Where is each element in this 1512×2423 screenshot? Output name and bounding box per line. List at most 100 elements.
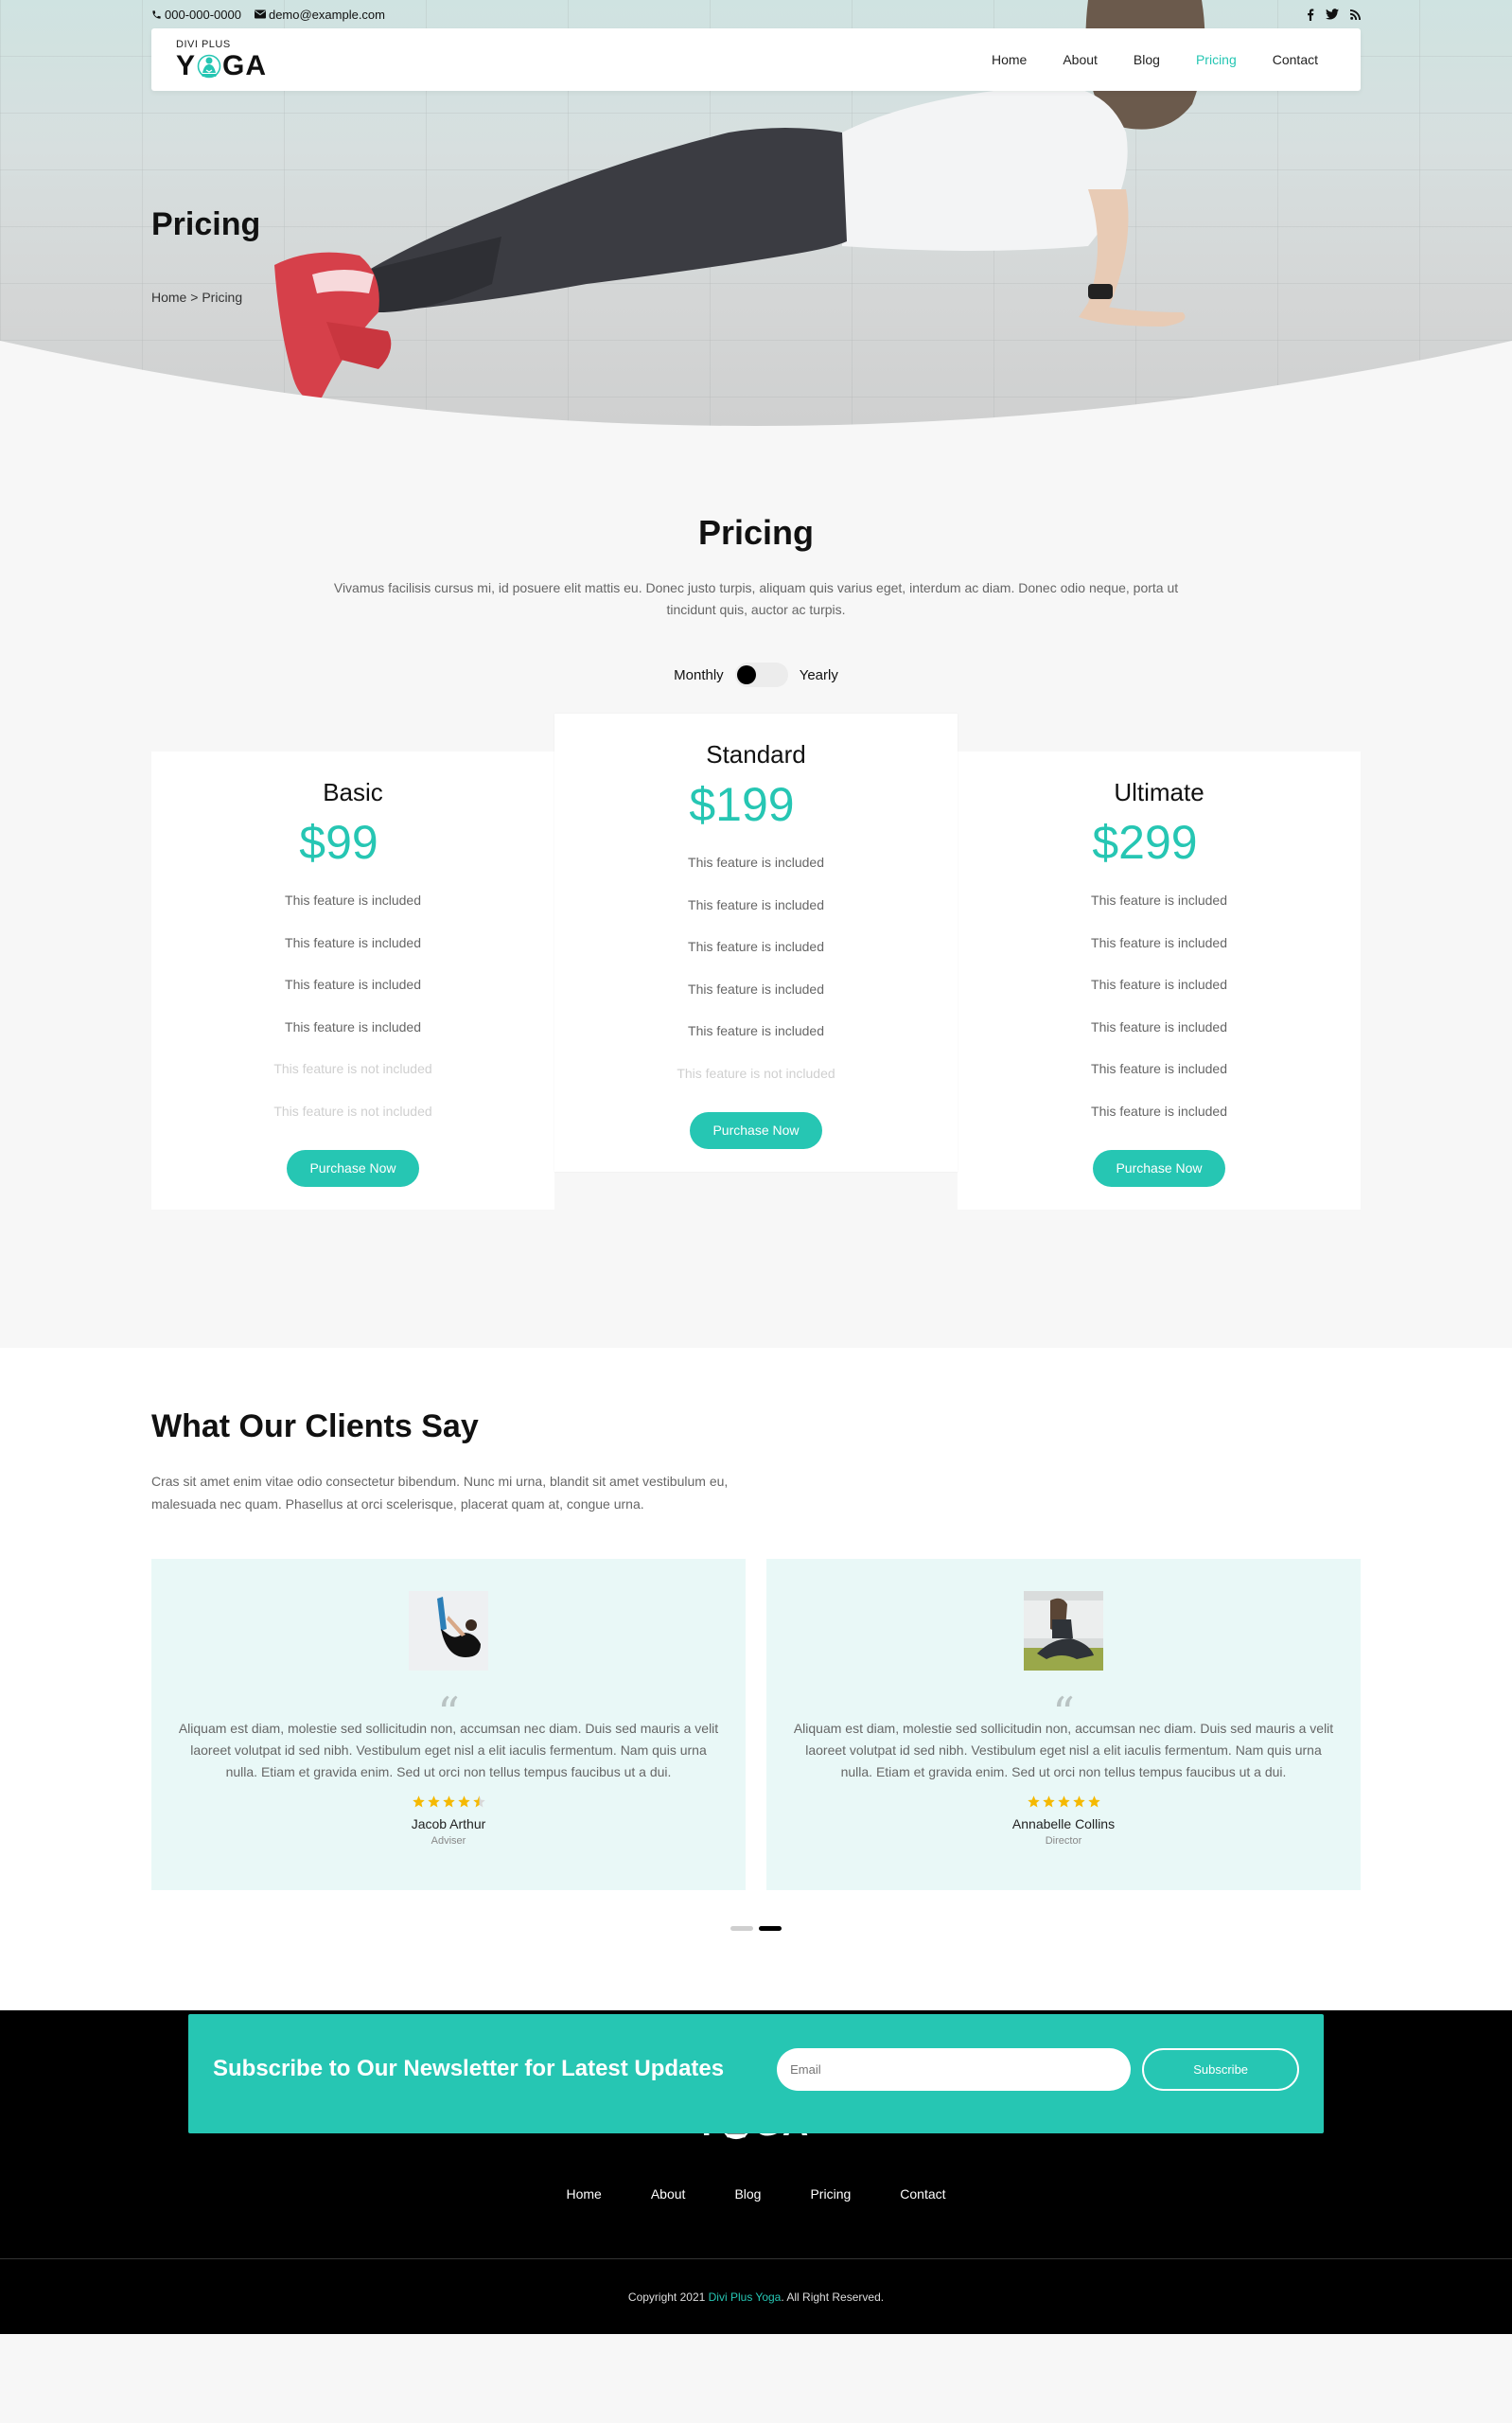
testimonial-slider: “ Aliquam est diam, molestie sed sollici… xyxy=(151,1559,1361,1890)
feature-item: This feature is included xyxy=(688,855,824,870)
feature-item: This feature is included xyxy=(1091,977,1227,993)
email-contact[interactable]: demo@example.com xyxy=(254,8,385,22)
plan-card-basic: Basic $99 This feature is included This … xyxy=(151,752,554,1210)
feature-item: This feature is included xyxy=(285,977,421,993)
page-title: Pricing xyxy=(151,206,261,242)
footer-nav-blog[interactable]: Blog xyxy=(710,2186,785,2202)
toggle-knob xyxy=(736,665,756,684)
star-rating xyxy=(766,1795,1361,1809)
feature-item: This feature is included xyxy=(688,981,824,997)
client-role: Director xyxy=(1045,1835,1082,1847)
footer-nav-about[interactable]: About xyxy=(626,2186,711,2202)
feature-item: This feature is included xyxy=(1091,934,1227,950)
footer-nav-pricing[interactable]: Pricing xyxy=(785,2186,875,2202)
pricing-description: Vivamus facilisis cursus mi, id posuere … xyxy=(333,580,1179,617)
logo-letters-ga: GA xyxy=(222,49,268,81)
client-photo-annabelle-collins xyxy=(1024,1591,1103,1671)
meditation-figure-icon xyxy=(197,54,221,78)
logo-subtitle: DIVI PLUS xyxy=(176,38,231,50)
twitter-icon[interactable] xyxy=(1326,9,1339,20)
breadcrumb-home[interactable]: Home xyxy=(151,290,186,305)
site-logo[interactable]: DIVI PLUS Y GA xyxy=(176,38,268,81)
purchase-button-basic[interactable]: Purchase Now xyxy=(287,1149,419,1187)
nav-contact[interactable]: Contact xyxy=(1255,52,1336,67)
feature-item: This feature is included xyxy=(688,939,824,955)
top-info-bar: 000-000-0000 demo@example.com xyxy=(151,6,1361,23)
slider-dot-1[interactable] xyxy=(730,1926,753,1931)
nav-blog[interactable]: Blog xyxy=(1116,52,1178,67)
purchase-button-ultimate[interactable]: Purchase Now xyxy=(1093,1149,1225,1187)
testimonial-text: Aliquam est diam, molestie sed sollicitu… xyxy=(178,1721,719,1779)
plan-card-standard: Standard $199 This feature is included T… xyxy=(554,714,958,1172)
feature-item-excluded: This feature is not included xyxy=(677,1065,835,1081)
star-full-icon xyxy=(457,1795,470,1808)
purchase-button-standard[interactable]: Purchase Now xyxy=(690,1111,822,1149)
star-full-icon xyxy=(1072,1795,1085,1808)
breadcrumb-separator: > xyxy=(190,290,199,305)
star-half-icon xyxy=(472,1795,485,1808)
star-full-icon xyxy=(1087,1795,1100,1808)
copyright-prefix: Copyright 2021 xyxy=(627,2290,709,2304)
main-navbar: DIVI PLUS Y GA Home About Blog Pricing C… xyxy=(151,28,1361,91)
client-role: Adviser xyxy=(431,1835,466,1847)
main-nav: Home About Blog Pricing Contact xyxy=(974,52,1336,67)
copyright-suffix: . All Right Reserved. xyxy=(781,2290,885,2304)
nav-about[interactable]: About xyxy=(1045,52,1116,67)
feature-item: This feature is included xyxy=(285,1018,421,1035)
feature-item: This feature is included xyxy=(688,896,824,912)
feature-item-excluded: This feature is not included xyxy=(273,1061,432,1077)
rss-icon[interactable] xyxy=(1350,9,1361,20)
star-full-icon xyxy=(442,1795,455,1808)
plan-name: Basic xyxy=(323,778,383,806)
feature-item: This feature is included xyxy=(1091,1061,1227,1077)
phone-contact[interactable]: 000-000-0000 xyxy=(151,8,241,22)
phone-icon xyxy=(152,9,161,19)
social-links xyxy=(1307,9,1361,21)
subscribe-button[interactable]: Subscribe xyxy=(1142,2047,1300,2091)
quote-mark-icon: “ xyxy=(1052,1688,1075,1739)
client-name: Annabelle Collins xyxy=(1011,1816,1116,1831)
plan-price: $99 xyxy=(299,816,378,869)
footer-nav-home[interactable]: Home xyxy=(541,2186,625,2202)
feature-item: This feature is included xyxy=(285,934,421,950)
breadcrumb: Home > Pricing xyxy=(151,290,242,305)
footer-nav-contact[interactable]: Contact xyxy=(875,2186,970,2202)
copyright-brand-link[interactable]: Divi Plus Yoga xyxy=(709,2290,782,2304)
star-full-icon xyxy=(1042,1795,1055,1808)
star-full-icon xyxy=(412,1795,425,1808)
star-full-icon xyxy=(1057,1795,1070,1808)
hero-banner: 000-000-0000 demo@example.com DIVI PLUS … xyxy=(0,0,1512,426)
pricing-plans: Basic $99 This feature is included This … xyxy=(151,714,1361,1234)
plan-price: $299 xyxy=(1092,816,1198,869)
feature-item-excluded: This feature is not included xyxy=(273,1103,432,1119)
nav-home[interactable]: Home xyxy=(974,52,1045,67)
hero-bottom-curve xyxy=(0,341,1512,426)
star-rating xyxy=(151,1795,746,1809)
facebook-icon[interactable] xyxy=(1307,9,1314,21)
slider-pagination xyxy=(151,1926,1361,1931)
feature-item: This feature is included xyxy=(285,893,421,908)
nav-pricing[interactable]: Pricing xyxy=(1178,52,1255,67)
billing-toggle-row: Monthly Yearly xyxy=(0,663,1512,687)
testimonials-title: What Our Clients Say xyxy=(151,1408,479,1444)
phone-number: 000-000-0000 xyxy=(165,7,241,22)
plan-name: Ultimate xyxy=(1114,778,1204,806)
newsletter-banner: Subscribe to Our Newsletter for Latest U… xyxy=(188,2014,1324,2133)
feature-list: This feature is included This feature is… xyxy=(554,841,958,1095)
newsletter-title: Subscribe to Our Newsletter for Latest U… xyxy=(213,2056,725,2081)
feature-item: This feature is included xyxy=(1091,1018,1227,1035)
feature-list: This feature is included This feature is… xyxy=(958,879,1361,1133)
quote-mark-icon: “ xyxy=(437,1688,460,1739)
footer-divider xyxy=(0,2258,1512,2259)
testimonials-description: Cras sit amet enim vitae odio consectetu… xyxy=(151,1474,729,1512)
feature-item: This feature is included xyxy=(1091,1103,1227,1119)
billing-period-toggle[interactable] xyxy=(734,663,788,687)
client-name: Jacob Arthur xyxy=(411,1816,486,1831)
slider-dot-2[interactable] xyxy=(759,1926,782,1931)
plan-card-ultimate: Ultimate $299 This feature is included T… xyxy=(958,752,1361,1210)
toggle-label-monthly[interactable]: Monthly xyxy=(674,667,724,683)
toggle-label-yearly[interactable]: Yearly xyxy=(800,667,838,683)
newsletter-email-input[interactable] xyxy=(777,2047,1132,2091)
feature-item: This feature is included xyxy=(688,1023,824,1039)
copyright-text: Copyright 2021 Divi Plus Yoga. All Right… xyxy=(0,2290,1512,2304)
